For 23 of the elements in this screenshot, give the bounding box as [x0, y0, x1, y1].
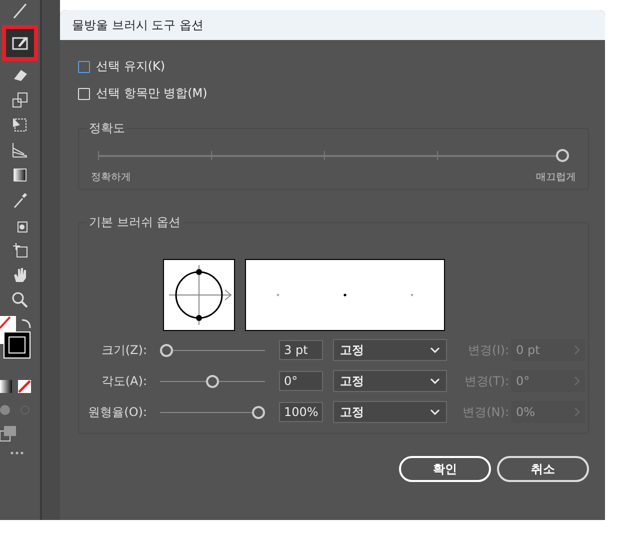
field-label: 각도(A): [100, 372, 148, 390]
group-title: 기본 브러쉬 옵션 [87, 214, 183, 231]
perspective-tool-icon[interactable] [10, 140, 30, 160]
ok-button[interactable]: 확인 [399, 456, 491, 482]
brush-shape-preview [162, 259, 234, 331]
cancel-button[interactable]: 취소 [497, 456, 589, 482]
chevron-right-icon [574, 407, 580, 417]
checkbox-option[interactable]: 선택 항목만 병합(M) [78, 85, 208, 102]
chevron-down-icon [430, 347, 440, 353]
field-label: 크기(Z): [100, 342, 148, 358]
field-label: 원형율(O): [87, 404, 148, 420]
dialog-title: 물방울 브러시 도구 옵션 [72, 16, 204, 34]
chevron-right-icon [574, 345, 580, 355]
artboard-tool-icon[interactable] [10, 240, 30, 260]
chevron-down-icon [430, 378, 440, 384]
checkbox-option[interactable]: 선택 유지(K) [78, 58, 166, 75]
chevron-right-icon [574, 376, 580, 386]
group-title: 정확도 [87, 120, 127, 137]
zoom-tool-icon[interactable] [10, 290, 30, 310]
chevron-down-icon [430, 409, 440, 415]
max-label: 매끄럽게 [536, 171, 576, 184]
scale-tool-icon[interactable] [10, 90, 30, 110]
min-label: 정확하게 [91, 171, 131, 184]
